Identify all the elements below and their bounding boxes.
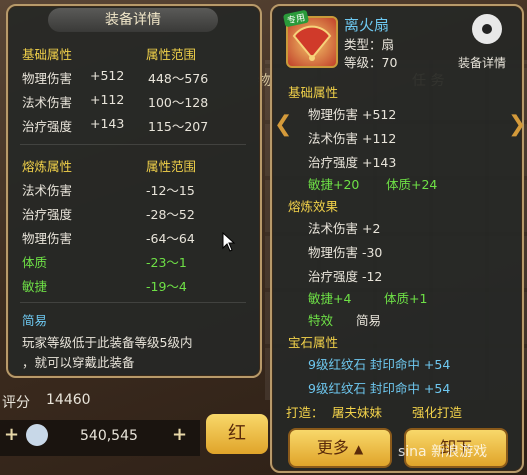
refine-stat: 治疗强度 -12 (308, 269, 383, 284)
refine-stat-range: -12～15 (146, 183, 195, 198)
description-line-2: ，就可以穿戴此装备 (22, 355, 135, 370)
score-label: 评分 (2, 395, 30, 411)
stat-value: +112 (90, 92, 125, 107)
bonus-stat: 体质+24 (386, 177, 438, 192)
mouse-cursor-icon (222, 232, 236, 252)
background-button-label: 红 (228, 423, 246, 444)
chevron-up-icon: ▲ (353, 442, 364, 456)
item-name: 离火扇 (344, 16, 390, 34)
craft-label: 打造： (286, 405, 324, 420)
refine-stat-name: 治疗强度 (22, 207, 73, 222)
special-effect-value: 简易 (356, 313, 382, 328)
refine-range-header: 属性范围 (146, 159, 197, 174)
left-panel-title: 装备详情 (48, 8, 218, 32)
gold-value: 540,545 (80, 428, 138, 444)
refine-stat-name: 敏捷 (22, 279, 48, 294)
base-stat: 法术伤害 +112 (308, 131, 397, 146)
watermark: sina 新浪游戏 (398, 444, 488, 460)
base-attr-header: 基础属性 (22, 47, 73, 62)
score-value: 14460 (46, 392, 91, 408)
stat-name: 物理伤害 (22, 71, 73, 86)
stat-range: 448～576 (148, 71, 209, 86)
stat-value: +512 (90, 68, 125, 83)
add-gold-left-icon[interactable]: + (4, 424, 19, 445)
base-attr-header: 基础属性 (288, 85, 339, 100)
stat-range: 115～207 (148, 119, 209, 134)
refine-bonus: 敏捷+4 (308, 291, 352, 306)
refine-stat-range: -19～4 (146, 279, 187, 294)
base-stat: 治疗强度 +143 (308, 155, 397, 170)
bonus-stat: 敏捷+20 (308, 177, 360, 192)
refine-effect-header: 熔炼效果 (288, 199, 339, 214)
background-button[interactable]: 红 (206, 414, 268, 454)
refine-stat: 法术伤害 +2 (308, 221, 381, 236)
range-header: 属性范围 (146, 47, 197, 62)
description-line-1: 玩家等级低于此装备等级5级内 (22, 335, 193, 350)
refine-stat-range: -23～1 (146, 255, 187, 270)
arrow-left-icon[interactable]: ❮ (274, 112, 292, 137)
more-button[interactable]: 更多 ▲ (288, 428, 392, 468)
details-label[interactable]: 装备详情 (458, 54, 506, 71)
base-stat: 物理伤害 +512 (308, 107, 397, 122)
divider (20, 144, 246, 145)
stat-range: 100～128 (148, 95, 209, 110)
add-gold-right-icon[interactable]: + (172, 424, 187, 445)
gem-attr-header: 宝石属性 (288, 335, 339, 350)
description-title: 简易 (22, 313, 48, 328)
stat-value: +143 (90, 116, 125, 131)
refine-stat-range: -28～52 (146, 207, 195, 222)
special-effect: 特效 (308, 313, 334, 328)
arrow-right-icon[interactable]: ❯ (508, 112, 526, 137)
equipment-detail-panel-right: 专用 离火扇 类型：扇 等级：70 装备详情 基础属性 物理伤害 +512 法术… (270, 4, 524, 473)
item-type: 类型：扇 (344, 37, 395, 52)
craft-by: 屠夫妹妹 (332, 405, 383, 420)
divider (20, 302, 246, 303)
refine-stat: 物理伤害 -30 (308, 245, 383, 260)
craft-mode: 强化打造 (412, 405, 463, 420)
refine-stat-name: 法术伤害 (22, 183, 73, 198)
item-level: 等级：70 (344, 55, 398, 70)
gem-stat: 9级红纹石 封印命中 +54 (308, 381, 451, 396)
refine-attr-header: 熔炼属性 (22, 159, 73, 174)
refine-bonus: 体质+1 (384, 291, 428, 306)
eye-icon[interactable] (472, 14, 502, 44)
equipment-detail-panel-left: 装备详情 基础属性 属性范围 物理伤害 +512 448～576 法术伤害 +1… (6, 4, 262, 378)
stat-name: 治疗强度 (22, 119, 73, 134)
gem-stat: 9级红纹石 封印命中 +54 (308, 357, 451, 372)
silver-coin-icon (26, 424, 48, 446)
more-button-label: 更多 (316, 438, 349, 457)
refine-stat-range: -64～64 (146, 231, 195, 246)
refine-stat-name: 体质 (22, 255, 48, 270)
stat-name: 法术伤害 (22, 95, 73, 110)
refine-stat-name: 物理伤害 (22, 231, 73, 246)
